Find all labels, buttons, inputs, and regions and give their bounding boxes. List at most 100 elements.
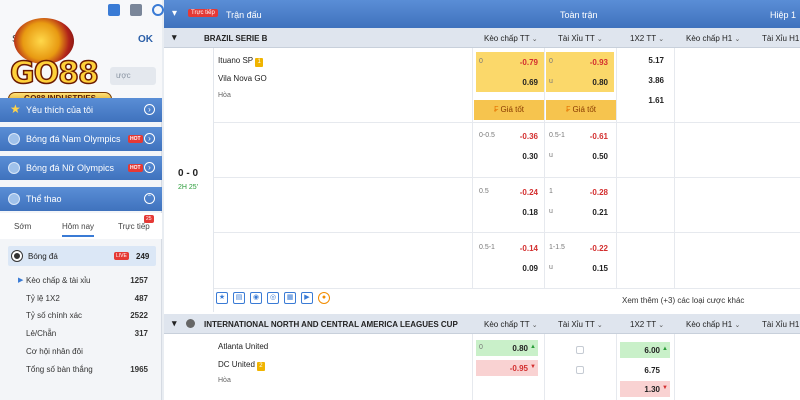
tab-live[interactable]: Trực tiếp [118,222,150,231]
best-price-tag: ₣ Giá tốt [474,100,544,120]
score-column: 0 - 0 2H 25' [164,48,214,312]
odd-cell-under[interactable]: u 0.80 [546,72,614,92]
sidebar-item-label: Yêu thích của tôi [26,105,94,115]
refresh-icon[interactable] [152,4,164,16]
col-ou-ft: Tài Xỉu TT ⌄ [558,320,603,329]
market-item[interactable]: Cơ hội nhân đôi [26,347,152,356]
star-icon[interactable]: ★ [216,292,228,304]
market-label: Tổng số bàn thắng [26,365,93,374]
odd-cell-1x2-home[interactable]: 6.00 ▲ [620,342,670,358]
odd-cell-handicap-home[interactable]: 0 0.80 ▲ [476,340,538,356]
sidebar-item-sports[interactable]: Thể thao ˆ [0,187,162,211]
market-item[interactable]: Lẻ/Chẵn 317 [26,329,152,338]
home-team[interactable]: Atlanta United [218,342,268,351]
col-ou-ft: Tài Xỉu TT ⌄ [558,34,603,43]
tab-today[interactable]: Hôm nay [62,222,95,237]
soccer-ball-icon [12,251,22,261]
market-label: Tỷ số chính xác [26,311,83,320]
sidebar-item-label: Bóng đá Nam Olympics [26,134,121,144]
odd-cell-1x2-draw[interactable]: 6.75 [620,362,670,378]
lock-icon [576,366,584,374]
eye-icon[interactable]: ◉ [250,292,262,304]
col-handicap-h1: Kèo chấp H1 ⌄ [686,320,741,329]
chevron-down-icon[interactable]: ▾ [172,32,177,43]
field-icon[interactable]: ▦ [284,292,296,304]
market-item[interactable]: Tổng số bàn thắng 1965 [26,365,152,374]
odd-cell-over[interactable]: 1 -0.28 [546,188,614,206]
league-header[interactable]: ▾ INTERNATIONAL NORTH AND CENTRAL AMERIC… [164,314,800,334]
odds-table: ▾ Trực tiếp Trận đấu Toàn trận Hiệp 1 ▾ … [164,0,800,400]
soccer-ball-icon [8,162,20,174]
col-ou-h1: Tài Xỉu H1 [762,34,800,43]
odd-cell-handicap-away[interactable]: 0.30 [476,152,544,170]
chevron-down-icon[interactable]: ▾ [172,8,177,19]
sport-time-tabs: Sớm Hôm nay Trực tiếp 25 [0,213,162,239]
odd-cell-1x2-away[interactable]: 1.30 ▼ [620,381,670,397]
book-icon[interactable] [108,4,120,16]
sidebar-item-label: Thể thao [26,194,62,204]
draw-label: Hòa [218,377,231,384]
column-first-half: Hiệp 1 [770,10,797,20]
odd-cell-1x2-draw[interactable]: 3.86 [620,76,670,92]
odd-cell-handicap-away[interactable]: 0.69 [476,72,544,92]
sport-label: Bóng đá [28,252,58,261]
odd-cell-under[interactable]: u 0.50 [546,152,614,170]
market-count: 2522 [130,311,148,320]
red-card-badge: 2 [256,362,265,371]
video-icon[interactable]: ▶ [301,292,313,304]
odd-cell-handicap-home[interactable]: 0.5 -0.24 [476,188,544,206]
league-header[interactable]: ▾ BRAZIL SERIE B Kèo chấp TT ⌄ Tài Xỉu T… [164,28,800,48]
odd-cell-handicap-home[interactable]: 0-0.5 -0.36 [476,132,544,150]
away-team[interactable]: Vila Nova GO [218,74,267,83]
odd-cell-over[interactable]: 0.5-1 -0.61 [546,132,614,150]
see-more-link[interactable]: Xem thêm (+3) các loại cược khác [622,296,744,305]
logo-text: GO88 [9,55,99,92]
home-team[interactable]: Ituano SP 1 [218,56,264,67]
lock-icon [576,346,584,354]
match-score: 0 - 0 [178,168,199,179]
market-item[interactable]: Tỷ lệ 1X2 487 [26,294,152,303]
ok-button[interactable]: OK [138,34,153,45]
col-handicap-ft: Kèo chấp TT ⌄ [484,320,538,329]
sidebar-item-men-olympics[interactable]: Bóng đá Nam Olympics HOT › [0,127,162,151]
chat-icon[interactable] [130,4,142,16]
odd-cell-handicap-home[interactable]: 0 -0.79 [476,52,544,72]
match-clock: 2H 25' [178,184,199,191]
away-team[interactable]: DC United 2 [218,360,265,371]
stats-icon[interactable]: ▤ [233,292,245,304]
market-item[interactable]: Tỷ số chính xác 2522 [26,311,152,320]
chevron-down-icon[interactable]: ▾ [172,318,177,329]
odd-cell-under[interactable]: u 0.15 [546,264,614,282]
odd-cell-handicap-away[interactable]: 0.18 [476,208,544,226]
timeline-icon[interactable]: ◎ [267,292,279,304]
market-label: Kèo chấp & tài xỉu [26,276,91,285]
odd-cell-under[interactable]: u 0.21 [546,208,614,226]
table-header: ▾ Trực tiếp Trận đấu Toàn trận Hiệp 1 [164,0,800,28]
search-input[interactable]: ược [110,67,156,85]
match-tools: ★ ▤ ◉ ◎ ▦ ▶ ● [216,292,330,304]
league-name: INTERNATIONAL NORTH AND CENTRAL AMERICA … [204,320,458,329]
odd-cell-handicap-away[interactable]: -0.95 ▼ [476,360,538,376]
draw-label: Hòa [218,92,231,99]
odd-cell-1x2-home[interactable]: 5.17 [620,56,670,72]
caret-right-icon: ▶ [18,277,24,284]
odd-cell-over[interactable]: 0 -0.93 [546,52,614,72]
sidebar: Số OK ược GO88 GO88.INDUSTRIES ★ Yêu thí… [0,0,164,400]
sidebar-item-favorites[interactable]: ★ Yêu thích của tôi › [0,98,162,122]
sidebar-item-women-olympics[interactable]: Bóng đá Nữ Olympics HOT › [0,156,162,180]
odd-cell-over[interactable]: 1-1.5 -0.22 [546,244,614,262]
market-count: 317 [134,329,148,338]
soccer-ball-icon [186,319,195,328]
odd-cell-handicap-home[interactable]: 0.5-1 -0.14 [476,244,544,262]
live-count-badge: 25 [144,215,154,223]
soccer-ball-icon [8,193,20,205]
market-count: 1965 [130,365,148,374]
sport-item-football[interactable]: Bóng đá LIVE 249 [8,246,156,266]
market-item[interactable]: ▶ Kèo chấp & tài xỉu 1257 [18,276,152,285]
tab-early[interactable]: Sớm [14,222,31,231]
odd-cell-1x2-away[interactable]: 1.61 [620,96,670,112]
odd-cell-handicap-away[interactable]: 0.09 [476,264,544,282]
live-stream-icon[interactable]: ● [318,292,330,304]
col-ou-h1: Tài Xỉu H1 [762,320,800,329]
live-pill[interactable]: Trực tiếp [188,9,218,17]
